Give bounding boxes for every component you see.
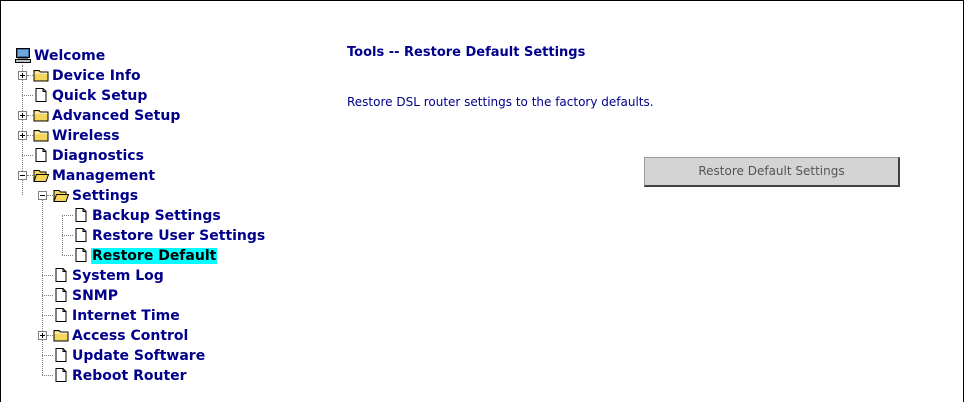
tree-item-label-selected[interactable]: Restore Default	[91, 248, 218, 264]
tree-item-label[interactable]: Wireless	[51, 128, 121, 144]
page-description: Restore DSL router settings to the facto…	[347, 95, 654, 109]
tree-item-label[interactable]: Quick Setup	[51, 88, 148, 104]
folder-icon	[53, 327, 69, 343]
tree-item-label[interactable]: SNMP	[71, 288, 119, 304]
tree-item-label[interactable]: Restore User Settings	[91, 228, 266, 244]
document-icon	[33, 147, 49, 163]
tree-item-label[interactable]: Reboot Router	[71, 368, 188, 384]
document-icon	[53, 367, 69, 383]
folder-icon	[33, 67, 49, 83]
tree-item-label[interactable]: System Log	[71, 268, 165, 284]
document-icon	[53, 347, 69, 363]
document-icon	[53, 307, 69, 323]
expand-plus-icon[interactable]	[18, 71, 27, 80]
document-icon	[73, 227, 89, 243]
document-icon	[53, 267, 69, 283]
folder-icon	[33, 127, 49, 143]
tree-item-label[interactable]: Update Software	[71, 348, 206, 364]
tree-item-label[interactable]: Internet Time	[71, 308, 181, 324]
folder-open-icon	[33, 167, 49, 183]
folder-open-icon	[53, 187, 69, 203]
page-title: Tools -- Restore Default Settings	[347, 45, 586, 60]
tree-item-label[interactable]: Backup Settings	[91, 208, 222, 224]
collapse-minus-icon[interactable]	[18, 171, 27, 180]
collapse-minus-icon[interactable]	[38, 191, 47, 200]
expand-plus-icon[interactable]	[38, 331, 47, 340]
document-icon	[53, 287, 69, 303]
expand-plus-icon[interactable]	[18, 131, 27, 140]
folder-icon	[33, 107, 49, 123]
document-icon	[73, 207, 89, 223]
tree-item-label[interactable]: Settings	[71, 188, 139, 204]
tree-item-label[interactable]: Advanced Setup	[51, 108, 181, 124]
tree-item-label[interactable]: Diagnostics	[51, 148, 145, 164]
tree-item-label[interactable]: Access Control	[71, 328, 189, 344]
tree-item-label[interactable]: Welcome	[33, 48, 106, 64]
tree-item-label[interactable]: Management	[51, 168, 156, 184]
restore-default-settings-button[interactable]: Restore Default Settings	[644, 157, 900, 187]
expand-plus-icon[interactable]	[18, 111, 27, 120]
tree-item-label[interactable]: Device Info	[51, 68, 142, 84]
computer-icon	[15, 47, 31, 63]
document-icon	[73, 247, 89, 263]
tree-line	[42, 195, 43, 375]
document-icon	[33, 87, 49, 103]
